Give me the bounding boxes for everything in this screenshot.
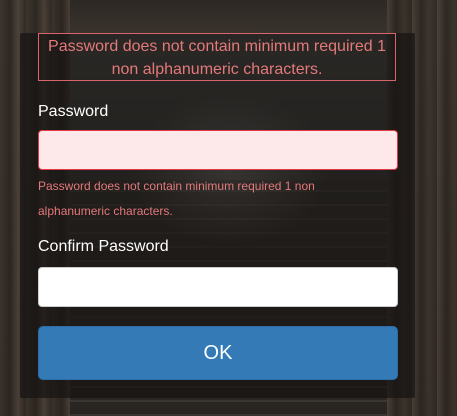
confirm-password-label: Confirm Password xyxy=(38,238,169,255)
bridge-beam xyxy=(40,0,417,34)
password-field[interactable] xyxy=(38,130,398,170)
validation-summary: Password does not contain minimum requir… xyxy=(38,33,396,81)
ok-button[interactable]: OK xyxy=(38,326,398,380)
confirm-password-field[interactable] xyxy=(38,267,398,307)
password-error-message: Password does not contain minimum requir… xyxy=(38,179,315,218)
password-label: Password xyxy=(38,103,109,120)
